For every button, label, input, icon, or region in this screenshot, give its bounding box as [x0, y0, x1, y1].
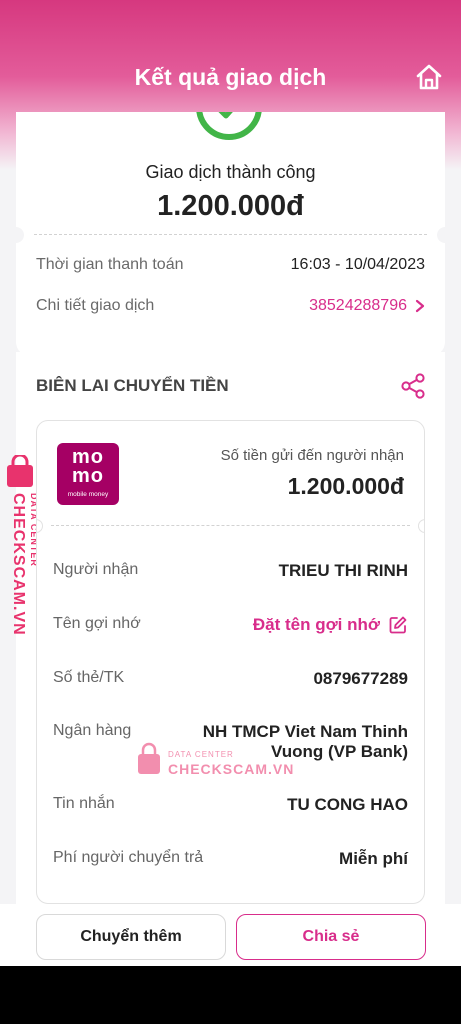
share-button[interactable]: Chia sẻ: [236, 914, 426, 960]
transaction-id: 38524288796: [309, 297, 407, 314]
bottom-action-bar: Chuyển thêm Chia sẻ: [0, 904, 461, 966]
account-label: Số thẻ/TK: [53, 669, 125, 686]
nickname-label: Tên gợi nhớ: [53, 615, 141, 632]
watermark-text-site: CHECKSCAM.VN: [10, 493, 27, 636]
momo-logo: mo mo mobile money: [57, 443, 119, 505]
recipient-row: Người nhận TRIEU THI RINH: [53, 561, 408, 581]
receipt-card: mo mo mobile money Số tiền gửi đến người…: [36, 420, 425, 904]
transfer-more-button[interactable]: Chuyển thêm: [36, 914, 226, 960]
recipient-label: Người nhận: [53, 561, 139, 578]
page-title: Kết quả giao dịch: [134, 64, 327, 90]
message-row: Tin nhắn TU CONG HAO: [53, 795, 408, 815]
bank-value-line1: NH TMCP Viet Nam Thinh: [202, 722, 408, 741]
logo-text-bottom: mo: [72, 465, 104, 487]
account-value: 0879677289: [313, 669, 408, 688]
bank-label: Ngân hàng: [53, 722, 132, 739]
transaction-detail-label: Chi tiết giao dịch: [36, 297, 155, 314]
set-nickname-text: Đặt tên gợi nhớ: [252, 615, 380, 634]
watermark-center-text1: DATA CENTER: [168, 750, 234, 759]
result-card: Giao dịch thành công 1.200.000đ Thời gia…: [16, 112, 445, 356]
receipt-section: BIÊN LAI CHUYỂN TIỀN mo mo mobile money …: [16, 352, 445, 914]
payment-time-row: Thời gian thanh toán 16:03 - 10/04/2023: [36, 256, 425, 274]
watermark-vertical: DATA CENTER CHECKSCAM.VN: [7, 455, 36, 636]
notch-left: [16, 227, 24, 243]
edit-icon: [389, 616, 407, 634]
chevron-right-icon: [415, 299, 425, 313]
watermark-text-center: DATA CENTER: [29, 493, 36, 567]
account-row: Số thẻ/TK 0879677289: [53, 669, 408, 689]
status-text: Giao dịch thành công: [145, 162, 316, 182]
watermark-lock-icon: [138, 754, 160, 774]
nickname-row: Tên gợi nhớ Đặt tên gợi nhớ: [53, 615, 408, 635]
logo-tagline: mobile money: [67, 491, 109, 498]
home-icon[interactable]: [415, 63, 443, 91]
receipt-title: BIÊN LAI CHUYỂN TIỀN: [36, 376, 229, 395]
received-amount: 1.200.000đ: [287, 473, 404, 499]
fee-row: Phí người chuyển trả Miễn phí: [53, 849, 408, 869]
watermark-center: DATA CENTER CHECKSCAM.VN: [138, 742, 294, 777]
check-icon: [218, 112, 233, 119]
receipt-divider: [51, 525, 410, 526]
payment-time-value: 16:03 - 10/04/2023: [290, 256, 425, 273]
lock-shackle: [11, 455, 29, 466]
share-icon[interactable]: [399, 372, 427, 400]
transaction-amount: 1.200.000đ: [157, 190, 304, 222]
notch-right: [437, 227, 445, 243]
receipt-notch-left: [37, 519, 43, 533]
message-value: TU CONG HAO: [287, 795, 408, 814]
received-amount-label: Số tiền gửi đến người nhận: [220, 447, 404, 464]
watermark-lock-shackle: [141, 742, 157, 755]
fee-label: Phí người chuyển trả: [53, 849, 204, 866]
lock-icon: [7, 465, 33, 487]
watermark-center-text2: CHECKSCAM.VN: [168, 761, 294, 777]
message-label: Tin nhắn: [53, 795, 115, 812]
success-check: [196, 112, 262, 140]
set-nickname-button[interactable]: Đặt tên gợi nhớ: [253, 615, 408, 635]
divider: [34, 234, 427, 235]
recipient-value: TRIEU THI RINH: [278, 561, 408, 580]
transaction-detail-link[interactable]: 38524288796: [309, 297, 425, 315]
payment-time-label: Thời gian thanh toán: [36, 256, 184, 273]
fee-value: Miễn phí: [339, 849, 408, 868]
receipt-notch-right: [418, 519, 424, 533]
system-nav-bar: [0, 966, 461, 1024]
transaction-detail-row[interactable]: Chi tiết giao dịch 38524288796: [36, 297, 425, 315]
